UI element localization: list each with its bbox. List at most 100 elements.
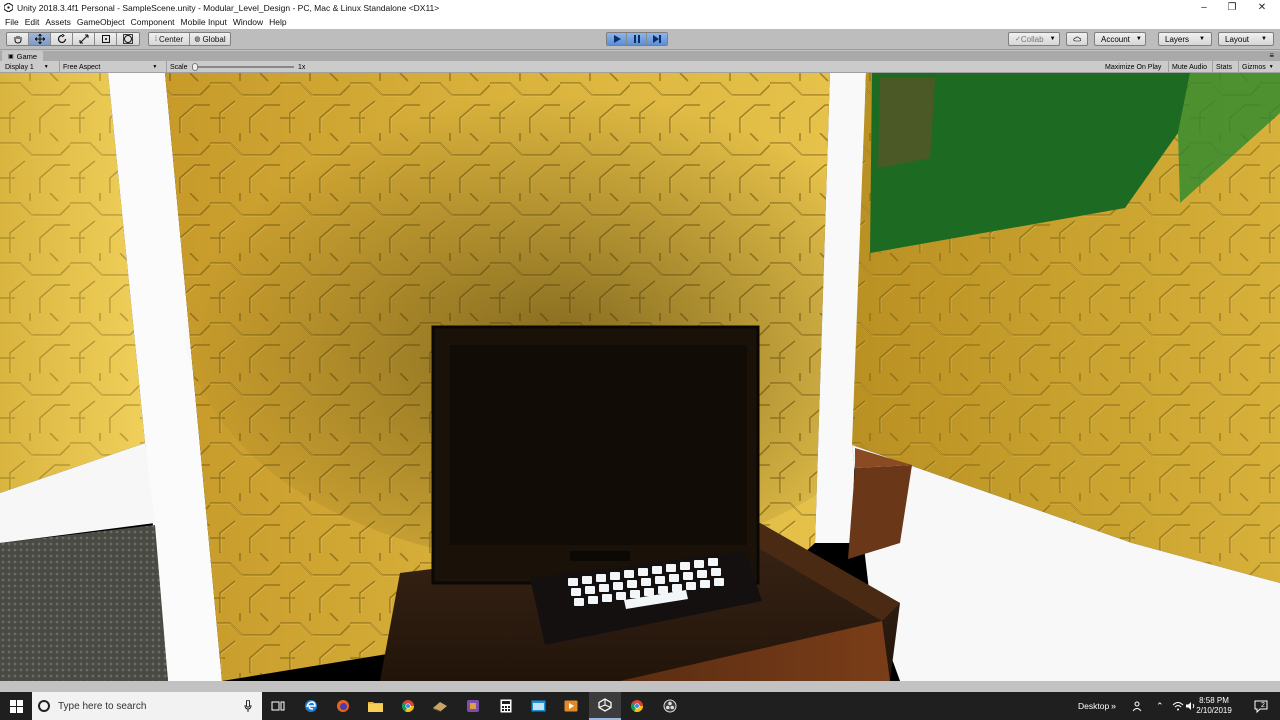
search-placeholder: Type here to search bbox=[58, 700, 147, 712]
taskbar-app-video[interactable] bbox=[555, 692, 587, 720]
windows-logo-icon bbox=[9, 699, 23, 713]
pause-button[interactable] bbox=[627, 33, 647, 45]
menu-component[interactable]: Component bbox=[128, 17, 178, 27]
title-bar: Unity 2018.3.4f1 Personal - SampleScene.… bbox=[0, 0, 1280, 15]
aspect-dropdown[interactable]: Free Aspect ▼ bbox=[63, 61, 165, 73]
chevron-down-icon: ▼ bbox=[1199, 36, 1205, 42]
chevron-up-icon[interactable]: ⌃ bbox=[1156, 692, 1164, 720]
transform-tool-button[interactable] bbox=[117, 33, 139, 45]
taskbar-app-media[interactable] bbox=[457, 692, 489, 720]
account-dropdown[interactable]: Account ▼ bbox=[1094, 32, 1146, 46]
menu-edit[interactable]: Edit bbox=[22, 17, 43, 27]
play-button[interactable] bbox=[607, 33, 627, 45]
chevron-down-icon: ▼ bbox=[152, 64, 158, 70]
volume-icon[interactable] bbox=[1186, 692, 1196, 720]
menu-window[interactable]: Window bbox=[230, 17, 266, 27]
desktop-toolbar-label[interactable]: Desktop bbox=[1078, 692, 1109, 720]
pivot-global-button[interactable]: ◍ Global bbox=[190, 33, 230, 45]
rect-tool-button[interactable] bbox=[95, 33, 117, 45]
tab-menu-icon[interactable]: ≡ bbox=[1269, 51, 1274, 61]
menu-help[interactable]: Help bbox=[266, 17, 289, 27]
maximize-on-play-toggle[interactable]: Maximize On Play bbox=[1105, 61, 1161, 73]
menu-assets[interactable]: Assets bbox=[42, 17, 74, 27]
toolbar-expand-icon[interactable]: » bbox=[1111, 692, 1116, 720]
pivot-toggles: ⁞ Center ◍ Global bbox=[148, 32, 231, 46]
game-controller-icon: ▣ bbox=[8, 53, 14, 60]
taskbar-file-explorer[interactable] bbox=[359, 692, 391, 720]
chevron-down-icon: ▼ bbox=[1261, 36, 1267, 42]
scale-icon bbox=[79, 34, 88, 44]
notification-count: 2 bbox=[1261, 701, 1265, 709]
action-center-button[interactable]: 2 bbox=[1254, 692, 1268, 720]
play-controls bbox=[606, 32, 668, 46]
menu-mobile-input[interactable]: Mobile Input bbox=[178, 17, 230, 27]
taskbar-app-tool[interactable] bbox=[424, 692, 456, 720]
restore-button[interactable]: ❐ bbox=[1216, 0, 1248, 15]
divider bbox=[1238, 61, 1239, 73]
taskbar-chrome-2[interactable] bbox=[621, 692, 653, 720]
task-view-button[interactable] bbox=[262, 692, 294, 720]
taskbar-search[interactable]: Type here to search bbox=[32, 692, 262, 720]
gizmos-dropdown[interactable]: Gizmos ▼ bbox=[1242, 61, 1274, 73]
close-button[interactable]: ✕ bbox=[1246, 0, 1278, 15]
hand-icon bbox=[14, 36, 21, 44]
game-tab-bar: ▣ Game ≡ bbox=[0, 51, 1280, 61]
transform-tools bbox=[6, 32, 140, 46]
game-view-toolbar: Display 1 ▼ Free Aspect ▼ Scale 1x Maxim… bbox=[0, 61, 1280, 73]
move-tool-button[interactable] bbox=[29, 33, 51, 45]
game-viewport[interactable] bbox=[0, 73, 1280, 681]
video-app-icon bbox=[564, 700, 578, 712]
menu-file[interactable]: File bbox=[2, 17, 22, 27]
taskbar-clock[interactable]: 8:58 PM 2/10/2019 bbox=[1196, 696, 1232, 716]
scale-label: Scale bbox=[170, 63, 188, 71]
display-dropdown[interactable]: Display 1 ▼ bbox=[5, 61, 57, 73]
search-icon bbox=[38, 700, 50, 712]
taskbar-firefox[interactable] bbox=[327, 692, 359, 720]
taskbar-chrome[interactable] bbox=[392, 692, 424, 720]
media-app-icon bbox=[467, 700, 479, 712]
rotate-tool-button[interactable] bbox=[51, 33, 73, 45]
chevron-down-icon: ▼ bbox=[1049, 36, 1056, 42]
divider bbox=[59, 61, 60, 73]
clock-time: 8:58 PM bbox=[1199, 696, 1229, 705]
monitor-screen bbox=[450, 345, 747, 545]
microphone-icon[interactable] bbox=[244, 700, 252, 712]
collab-dropdown[interactable]: ✓ Collab ▼ bbox=[1008, 32, 1060, 46]
obs-icon bbox=[663, 699, 677, 713]
taskbar-app-window[interactable] bbox=[522, 692, 554, 720]
scale-tool-button[interactable] bbox=[73, 33, 95, 45]
move-icon bbox=[34, 34, 45, 44]
chevron-down-icon: ▼ bbox=[1268, 64, 1274, 70]
taskbar-obs[interactable] bbox=[654, 692, 686, 720]
pivot-center-button[interactable]: ⁞ Center bbox=[149, 33, 190, 45]
divider bbox=[166, 61, 167, 73]
taskbar-calculator[interactable] bbox=[490, 692, 522, 720]
layers-dropdown[interactable]: Layers ▼ bbox=[1158, 32, 1212, 46]
stats-toggle[interactable]: Stats bbox=[1216, 61, 1232, 73]
firefox-icon bbox=[337, 700, 349, 712]
mute-audio-toggle[interactable]: Mute Audio bbox=[1172, 61, 1207, 73]
scale-slider[interactable] bbox=[192, 63, 294, 71]
taskbar-edge[interactable] bbox=[295, 692, 327, 720]
taskbar-unity[interactable] bbox=[589, 692, 621, 720]
step-button[interactable] bbox=[647, 33, 667, 45]
people-icon[interactable] bbox=[1132, 692, 1144, 720]
step-icon bbox=[653, 35, 661, 43]
folder-icon bbox=[367, 702, 383, 712]
edge-icon bbox=[305, 700, 317, 712]
divider bbox=[1212, 61, 1213, 73]
hand-tool-button[interactable] bbox=[7, 33, 29, 45]
tab-game[interactable]: ▣ Game bbox=[2, 51, 44, 61]
unity-icon bbox=[598, 698, 612, 712]
scale-slider-knob[interactable] bbox=[192, 63, 198, 71]
start-button[interactable] bbox=[0, 692, 32, 720]
chrome-icon bbox=[401, 700, 414, 713]
chrome-icon bbox=[630, 700, 643, 713]
globe-icon: ◍ bbox=[194, 36, 201, 43]
clock-date: 2/10/2019 bbox=[1196, 706, 1232, 715]
cloud-button[interactable] bbox=[1066, 32, 1088, 46]
wifi-icon[interactable] bbox=[1172, 692, 1184, 720]
main-toolbar: ⁞ Center ◍ Global ✓ Collab ▼ Account ▼ L… bbox=[0, 29, 1280, 50]
menu-gameobject[interactable]: GameObject bbox=[74, 17, 128, 27]
layout-dropdown[interactable]: Layout ▼ bbox=[1218, 32, 1274, 46]
